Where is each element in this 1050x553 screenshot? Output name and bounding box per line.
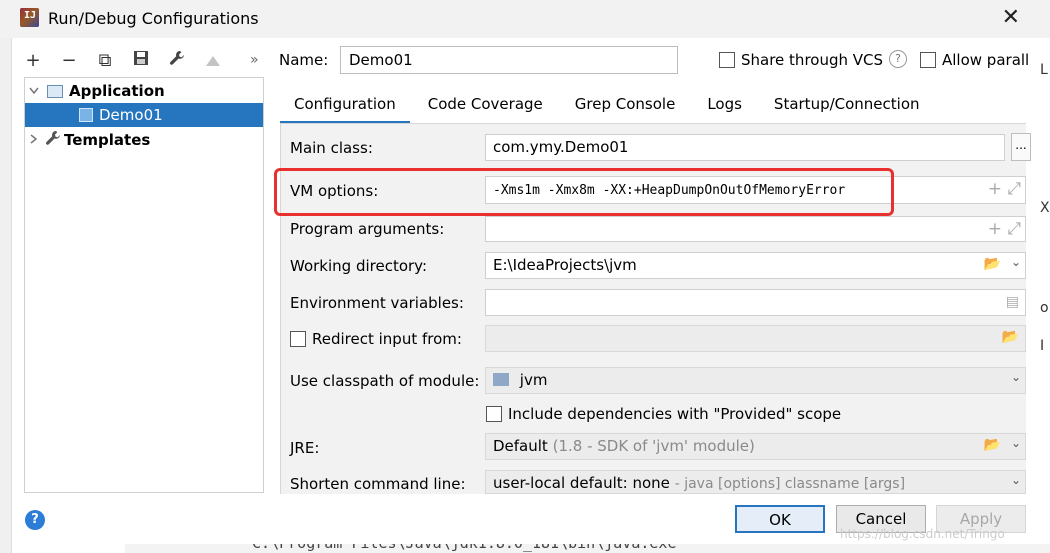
config-tabs: Configuration Code Coverage Grep Console… — [280, 90, 952, 124]
add-icon[interactable]: + — [22, 50, 44, 71]
ok-button[interactable]: OK — [735, 505, 825, 533]
more-icon[interactable]: » — [250, 52, 259, 68]
help-circle-icon[interactable]: ? — [889, 50, 907, 68]
chevron-down-icon[interactable]: ⌄ — [1011, 255, 1021, 269]
help-button[interactable]: ? — [25, 510, 45, 530]
classpath-module-value: jvm — [519, 371, 548, 389]
redirect-input-checkbox-box[interactable] — [290, 331, 306, 347]
background-console-strip: "C:\Program Files\Java\jdk1.8.0_181\bin\… — [125, 544, 1050, 553]
background-edge-char: L — [1040, 62, 1048, 78]
allow-parallel-checkbox[interactable]: Allow parall — [920, 51, 1029, 69]
include-provided-checkbox[interactable]: Include dependencies with "Provided" sco… — [486, 405, 841, 423]
include-provided-checkbox-box[interactable] — [486, 406, 502, 422]
chevron-right-icon[interactable] — [27, 133, 41, 147]
share-vcs-checkbox-box[interactable] — [719, 52, 735, 68]
chevron-down-icon[interactable]: ⌄ — [1011, 473, 1021, 487]
environment-variables-input[interactable]: ▤ — [485, 289, 1026, 316]
configuration-tree: Application Demo01 Templates — [24, 77, 264, 493]
tree-item-templates-label: Templates — [64, 131, 151, 149]
intellij-logo-icon: IJ — [20, 8, 39, 27]
background-window-strip — [0, 38, 12, 553]
tree-item-templates[interactable]: Templates — [25, 128, 263, 152]
folder-icon[interactable]: 📂 — [984, 437, 1001, 453]
background-edge-char: o — [1040, 300, 1049, 316]
application-folder-icon — [47, 84, 63, 98]
background-console-text: "C:\Program Files\Java\jdk1.8.0_181\bin\… — [243, 544, 686, 552]
watermark: https://blog.csdn.net/Tringo — [840, 527, 1005, 541]
chevron-down-icon[interactable]: ⌄ — [1011, 436, 1021, 450]
tab-configuration[interactable]: Configuration — [280, 90, 410, 124]
expand-icon[interactable]: + ⤢ — [988, 219, 1021, 239]
program-arguments-input[interactable]: + ⤢ — [485, 216, 1026, 242]
jre-select[interactable]: Default (1.8 - SDK of 'jvm' module) 📂 ⌄ — [485, 433, 1026, 460]
background-edge-char: I — [1040, 338, 1045, 354]
title-bar: IJ Run/Debug Configurations ✕ — [0, 0, 1050, 38]
redirect-input-checkbox[interactable]: Redirect input from: — [290, 330, 462, 348]
jre-hint: (1.8 - SDK of 'jvm' module) — [552, 437, 755, 455]
shorten-command-line-value: user-local default: none — [493, 474, 670, 492]
environment-variables-label: Environment variables: — [290, 294, 464, 312]
tree-item-demo01-label: Demo01 — [99, 106, 163, 124]
tree-item-application-label: Application — [69, 82, 165, 100]
wrench-icon[interactable] — [166, 50, 188, 71]
tab-grep-console[interactable]: Grep Console — [575, 90, 676, 124]
document-icon[interactable]: ▤ — [1006, 294, 1019, 310]
name-label: Name: — [279, 51, 329, 69]
expand-icon[interactable]: + ⤢ — [988, 179, 1021, 199]
main-class-input[interactable]: com.ymy.Demo01 — [485, 134, 1005, 161]
application-config-icon — [79, 108, 93, 122]
working-directory-value: E:\IdeaProjects\jvm — [493, 256, 637, 274]
shorten-command-line-hint: - java [options] classname [args] — [674, 476, 906, 492]
tab-logs[interactable]: Logs — [707, 90, 742, 124]
close-icon[interactable]: ✕ — [1002, 5, 1020, 30]
folder-icon[interactable]: 📂 — [984, 256, 1001, 272]
shorten-command-line-label: Shorten command line: — [290, 475, 466, 493]
classpath-module-label: Use classpath of module: — [290, 372, 480, 390]
tab-code-coverage[interactable]: Code Coverage — [428, 90, 543, 124]
include-provided-label: Include dependencies with "Provided" sco… — [508, 405, 842, 423]
allow-parallel-checkbox-box[interactable] — [920, 52, 936, 68]
save-icon[interactable] — [130, 50, 152, 71]
window-title: Run/Debug Configurations — [48, 9, 259, 28]
folder-icon[interactable]: 📂 — [1002, 329, 1019, 345]
highlight-annotation-box — [274, 168, 894, 216]
remove-icon[interactable]: − — [58, 50, 80, 71]
redirect-input-label: Redirect input from: — [312, 330, 462, 348]
tree-item-demo01[interactable]: Demo01 — [25, 103, 263, 127]
tree-item-application[interactable]: Application — [25, 79, 263, 103]
share-vcs-checkbox[interactable]: Share through VCS — [719, 51, 883, 69]
module-folder-icon — [493, 373, 509, 386]
chevron-down-icon[interactable] — [27, 85, 41, 98]
main-class-label: Main class: — [290, 139, 373, 157]
chevron-down-icon[interactable]: ⌄ — [1011, 370, 1021, 384]
jre-label: JRE: — [290, 439, 320, 457]
redirect-input-field[interactable]: 📂 — [485, 325, 1026, 352]
working-directory-label: Working directory: — [290, 257, 428, 275]
jre-value: Default — [493, 437, 548, 455]
tree-toolbar: + − ⧉ — [22, 44, 224, 76]
browse-main-class-button[interactable]: ... — [1011, 133, 1031, 161]
name-input[interactable] — [340, 46, 678, 74]
tab-startup-connection[interactable]: Startup/Connection — [774, 90, 920, 124]
move-up-icon[interactable] — [202, 50, 224, 71]
share-vcs-label: Share through VCS — [741, 51, 884, 69]
copy-icon[interactable]: ⧉ — [94, 50, 116, 71]
allow-parallel-label: Allow parall — [942, 51, 1030, 69]
shorten-command-line-select[interactable]: user-local default: none - java [options… — [485, 470, 1026, 494]
classpath-module-select[interactable]: jvm ⌄ — [485, 367, 1026, 394]
templates-wrench-icon — [45, 130, 61, 150]
background-edge-char: X — [1040, 200, 1050, 216]
working-directory-input[interactable]: E:\IdeaProjects\jvm 📂 ⌄ — [485, 252, 1026, 279]
program-arguments-label: Program arguments: — [290, 220, 445, 238]
